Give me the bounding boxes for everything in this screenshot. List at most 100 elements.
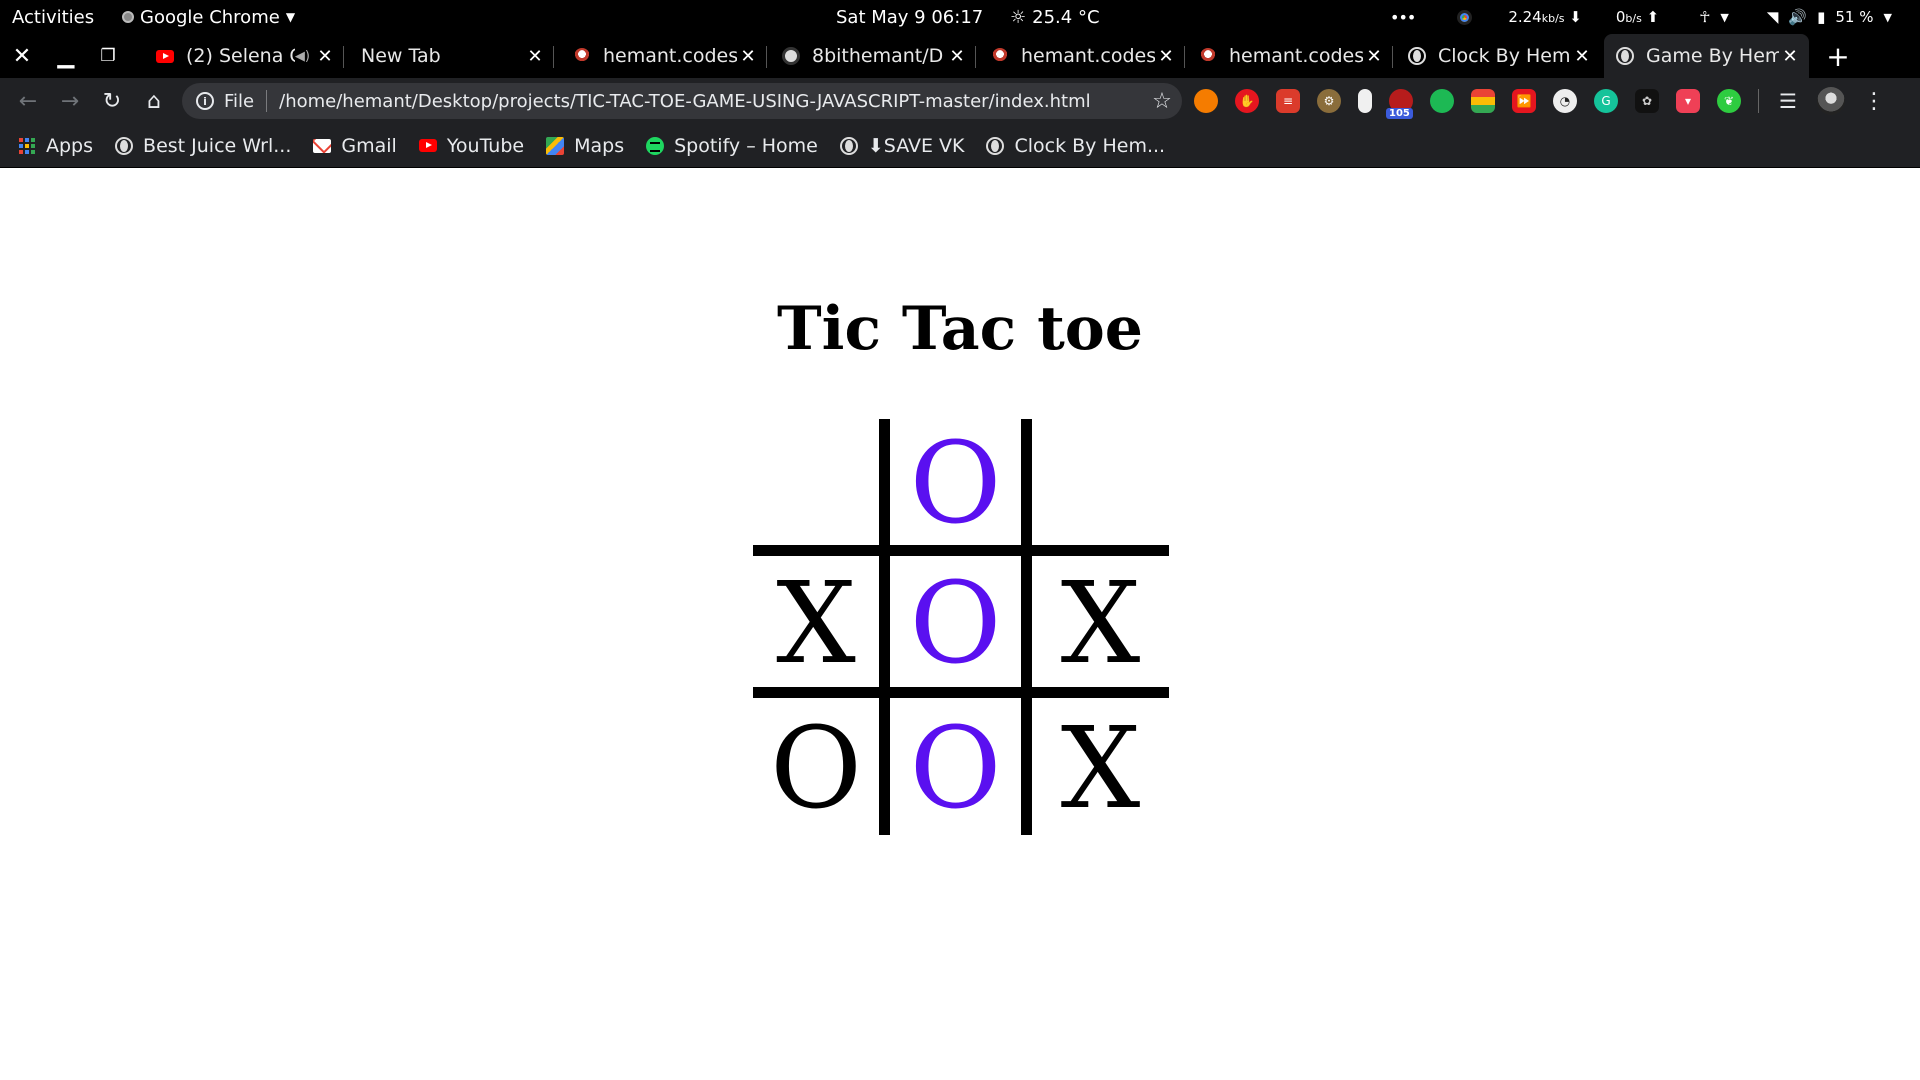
close-icon[interactable]: ✕ (946, 46, 968, 67)
tab-title: Game By Hem (1646, 45, 1779, 67)
close-icon[interactable]: ✕ (1779, 46, 1801, 67)
board-cell[interactable]: O (753, 698, 890, 835)
address-bar[interactable]: i File /home/hemant/Desktop/projects/TIC… (182, 83, 1182, 119)
star-icon[interactable]: ☆ (1142, 89, 1182, 114)
board-cell[interactable] (753, 419, 890, 556)
speed-extension-icon[interactable]: ◔ (1553, 89, 1577, 113)
board-cell[interactable]: X (753, 556, 890, 698)
close-icon[interactable]: ✕ (1363, 46, 1385, 67)
tab-github[interactable]: 8bithemant/D ✕ (770, 34, 976, 78)
bookmark-best-juice[interactable]: Best Juice Wrl... (115, 135, 291, 157)
board-cell[interactable]: O (890, 556, 1032, 698)
youtube-icon (418, 137, 437, 155)
chevron-down-icon: ▼ (1883, 10, 1892, 24)
tab-new-tab[interactable]: New Tab ✕ (349, 34, 554, 78)
bookmark-save-vk[interactable]: ⬇SAVE VK (839, 134, 965, 157)
status-area[interactable]: ••• 2.24kb/s ⬇ 0b/s ⬆ ☥ ▼ ◥ 🔊 ▮ 51 % ▼ (1390, 0, 1892, 34)
extension-badge: 105 (1386, 108, 1413, 119)
lock-extension-icon[interactable]: 105 (1386, 89, 1413, 119)
todoist-extension-icon[interactable]: ≡ (1276, 89, 1300, 113)
hemant-codes-icon (991, 47, 1009, 65)
color-extension-icon[interactable] (1471, 89, 1495, 113)
grammarly-extension-icon[interactable]: G (1594, 89, 1618, 113)
fire-extension-icon[interactable] (1194, 89, 1218, 113)
back-icon[interactable]: ← (8, 78, 48, 124)
more-icon[interactable]: ••• (1390, 8, 1416, 27)
system-top-bar: Activities Google Chrome ▼ Sat May 9 06:… (0, 0, 1920, 34)
tab-youtube[interactable]: (2) Selena Gomez ◀) ✕ (144, 34, 344, 78)
fast-forward-extension-icon[interactable]: ⏩ (1512, 89, 1536, 113)
board-cell[interactable]: X (1032, 556, 1169, 698)
adblock-extension-icon[interactable]: ✋ (1235, 89, 1259, 113)
close-icon[interactable]: ✕ (1571, 46, 1593, 67)
board-cell[interactable] (1032, 419, 1169, 556)
bookmark-label: Clock By Hem... (1014, 134, 1166, 157)
pocket-extension-icon[interactable]: ▾ (1676, 89, 1700, 113)
volume-icon: 🔊 (1788, 8, 1808, 26)
bookmark-clock[interactable]: Clock By Hem... (986, 135, 1165, 157)
tab-title: hemant.codes (1229, 45, 1363, 67)
board-cell[interactable]: X (1032, 698, 1169, 835)
gmail-icon (313, 137, 332, 155)
home-icon[interactable]: ⌂ (134, 78, 174, 124)
net-up-value: 0 (1615, 8, 1626, 26)
chat-extension-icon[interactable] (1430, 89, 1454, 113)
url-scheme: File (224, 90, 255, 112)
bookmarks-bar: Apps Best Juice Wrl... Gmail YouTube Map… (0, 124, 1920, 168)
tab-hemant-codes[interactable]: hemant.codes ✕ (1187, 34, 1393, 78)
net-down-unit: kb/s (1541, 12, 1565, 25)
chrome-indicator-icon (1457, 9, 1473, 25)
extensions-row: ✋ ≡ ⚙ 105 ⏩ ◔ G ✿ ▾ ❦ ☰ ⋮ (1194, 78, 1886, 124)
close-icon[interactable]: ✕ (524, 46, 546, 67)
globe-icon (839, 136, 858, 155)
bookmark-maps[interactable]: Maps (546, 135, 624, 157)
avatar[interactable] (1817, 87, 1845, 115)
activities-button[interactable]: Activities (12, 0, 94, 34)
tab-game[interactable]: Game By Hem ✕ (1604, 34, 1809, 78)
arrow-up-icon: ⬆ (1646, 8, 1660, 26)
bookmark-label: ⬇SAVE VK (867, 134, 965, 157)
restore-window-icon[interactable]: ❐ (88, 34, 128, 78)
minimize-window-icon[interactable]: ▁ (46, 34, 86, 78)
pill-extension-icon[interactable] (1358, 89, 1372, 113)
media-queue-icon[interactable]: ☰ (1776, 89, 1800, 113)
bookmark-apps[interactable]: Apps (18, 135, 93, 157)
url-text[interactable]: /home/hemant/Desktop/projects/TIC-TAC-TO… (279, 91, 1142, 112)
app-menu[interactable]: Google Chrome ▼ (122, 0, 295, 34)
menu-icon[interactable]: ⋮ (1862, 89, 1886, 114)
bookmark-youtube[interactable]: YouTube (418, 135, 524, 157)
globe-icon (986, 136, 1005, 155)
bookmark-spotify[interactable]: Spotify – Home (646, 135, 818, 157)
bookmark-gmail[interactable]: Gmail (313, 134, 397, 157)
gear-extension-icon[interactable]: ⚙ (1317, 89, 1341, 113)
bookmark-label: Gmail (341, 134, 397, 157)
forward-icon[interactable]: → (50, 78, 90, 124)
close-icon[interactable]: ✕ (737, 46, 759, 67)
board-cell[interactable]: O (890, 419, 1032, 556)
close-icon[interactable]: ✕ (314, 46, 336, 67)
new-tab-icon[interactable]: + (1818, 34, 1858, 78)
speaker-icon[interactable]: ◀) (295, 49, 310, 64)
tab-title: 8bithemant/D (812, 45, 944, 67)
info-icon[interactable]: i (196, 92, 214, 110)
bookmark-label: Maps (574, 134, 625, 157)
close-window-icon[interactable]: ✕ (2, 34, 42, 78)
board-cell[interactable]: O (890, 698, 1032, 835)
accessibility-icon[interactable]: ☥ (1699, 8, 1710, 26)
tab-hemant-codes[interactable]: hemant.codes ✕ (561, 34, 767, 78)
tab-title: Clock By Hem (1438, 45, 1571, 67)
close-icon[interactable]: ✕ (1155, 46, 1177, 67)
weather-indicator[interactable]: ☼ 25.4 °C (1010, 0, 1100, 34)
hemant-codes-icon (573, 47, 591, 65)
paw-extension-icon[interactable]: ✿ (1635, 89, 1659, 113)
net-down-value: 2.24 (1508, 8, 1542, 26)
tab-hemant-codes[interactable]: hemant.codes ✕ (979, 34, 1185, 78)
net-up-unit: b/s (1625, 12, 1642, 25)
arrow-down-icon: ⬇ (1569, 8, 1582, 26)
tab-clock[interactable]: Clock By Hem ✕ (1396, 34, 1601, 78)
reload-icon[interactable]: ↻ (92, 78, 132, 124)
leaf-extension-icon[interactable]: ❦ (1717, 89, 1741, 113)
maps-icon (546, 136, 565, 155)
system-clock[interactable]: Sat May 9 06:17 (836, 0, 983, 34)
apps-grid-icon (18, 137, 36, 155)
